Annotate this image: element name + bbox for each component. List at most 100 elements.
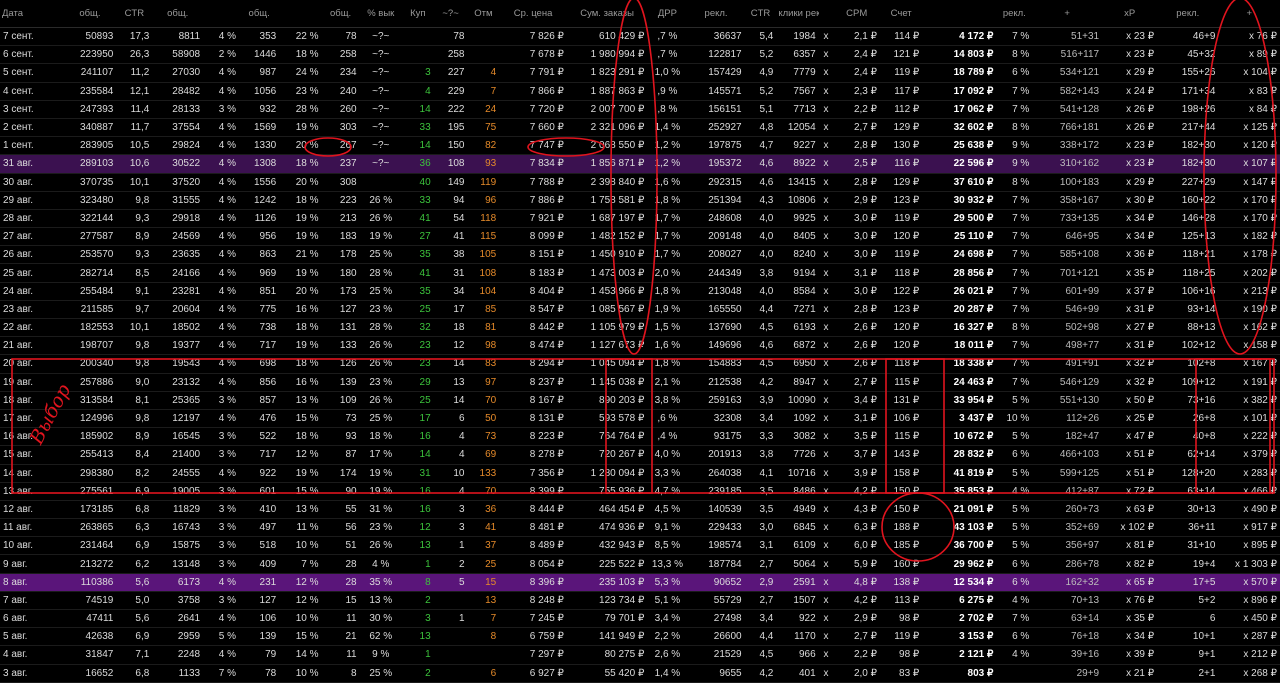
table-cell: 720 267 ₽ bbox=[566, 445, 648, 465]
table-row[interactable]: 10 авг. 231464 6,9 15875 3 % 518 10 % 51 26 % 13 1… bbox=[0, 536, 1280, 556]
table-row[interactable]: 14 авг. 298380 8,2 24555 4 % 922 19 % 174 19 % 31… bbox=[0, 464, 1280, 483]
table-row[interactable]: 21 авг. 198707 9,8 19377 4 % 717 19 % 133 26 % 23… bbox=[0, 336, 1280, 356]
table-row[interactable]: 7 авг. 74519 5,0 3758 3 % 127 12 % 15 13 % 2 13 8 2… bbox=[0, 591, 1280, 611]
table-cell: 62+14 bbox=[1157, 445, 1219, 465]
column-header[interactable]: Счет bbox=[879, 0, 923, 28]
table-cell: 16 авг. bbox=[0, 427, 64, 447]
table-cell: 90652 bbox=[687, 573, 745, 592]
table-row[interactable]: 19 авг. 257886 9,0 23132 4 % 856 16 % 139 23 % 29… bbox=[0, 373, 1280, 392]
table-row[interactable]: 11 авг. 263865 6,3 16743 3 % 497 11 % 56 23 % 12 3… bbox=[0, 518, 1280, 538]
column-header[interactable]: общ. bbox=[152, 0, 204, 28]
column-header[interactable]: ДРР bbox=[647, 0, 688, 28]
column-header[interactable]: CPM bbox=[833, 0, 880, 28]
column-header[interactable]: % вык bbox=[359, 0, 402, 28]
table-row[interactable]: 24 авг. 255484 9,1 23281 4 % 851 20 % 173 25 % 35… bbox=[0, 282, 1280, 301]
table-cell: 2 bbox=[433, 554, 468, 574]
column-header[interactable]: общ. bbox=[239, 0, 280, 28]
column-header[interactable]: рекл. bbox=[996, 0, 1033, 28]
table-cell: 247393 bbox=[63, 100, 117, 119]
table-row[interactable]: 6 сент. 223950 26,3 58908 2 % 1446 18 % 258 ~?~ 2… bbox=[0, 45, 1280, 65]
table-cell: 14 bbox=[401, 445, 434, 465]
table-row[interactable]: 3 авг. 16652 6,8 1133 7 % 78 10 % 8 25 % 2 6 6 927 … bbox=[0, 664, 1280, 683]
table-cell: 7 % bbox=[996, 191, 1033, 210]
table-row[interactable]: 27 авг. 277587 8,9 24569 4 % 956 19 % 183 19 % 27… bbox=[0, 227, 1280, 247]
column-header[interactable]: общ. bbox=[63, 0, 117, 28]
table-row[interactable]: 29 авг. 323480 9,8 31555 4 % 1242 18 % 223 26 % 3… bbox=[0, 191, 1280, 210]
table-cell: 104 bbox=[467, 282, 500, 301]
column-header[interactable] bbox=[818, 0, 834, 28]
table-cell: 9 авг. bbox=[0, 554, 64, 574]
column-header[interactable]: CTR bbox=[116, 0, 153, 28]
table-row[interactable]: 9 авг. 213272 6,2 13148 3 % 409 7 % 28 4 % 1 2 25 8 … bbox=[0, 554, 1280, 574]
table-row[interactable]: 25 авг. 282714 8,5 24166 4 % 969 19 % 180 28 % 41… bbox=[0, 263, 1280, 283]
table-cell: 7 % bbox=[996, 354, 1033, 374]
table-row[interactable]: 3 сент. 247393 11,4 28133 3 % 932 28 % 260 ~?~ 14… bbox=[0, 100, 1280, 119]
table-row[interactable]: 2 сент. 340887 11,7 37554 4 % 1569 19 % 303 ~?~ 3… bbox=[0, 118, 1280, 138]
table-cell: 26,3 bbox=[116, 45, 153, 65]
column-header[interactable]: рекл. bbox=[687, 0, 745, 28]
table-cell: 13 % bbox=[359, 591, 402, 611]
table-row[interactable]: 17 авг. 124996 9,8 12197 4 % 476 15 % 73 25 % 17 6… bbox=[0, 409, 1280, 429]
column-header[interactable] bbox=[279, 0, 322, 28]
table-cell: 23 bbox=[401, 354, 434, 374]
table-cell: 13 bbox=[433, 373, 468, 392]
table-cell: x 917 ₽ bbox=[1218, 518, 1280, 538]
table-cell: 2,0 ₽ bbox=[833, 664, 880, 683]
table-row[interactable]: 31 авг. 289103 10,6 30522 4 % 1308 18 % 237 ~?~ 3… bbox=[0, 154, 1280, 174]
table-row[interactable]: 5 сент. 241107 11,2 27030 4 % 987 24 % 234 ~?~ 3 2… bbox=[0, 63, 1280, 83]
table-row[interactable]: 15 авг. 255413 8,4 21400 3 % 717 12 % 87 17 % 14 4… bbox=[0, 445, 1280, 465]
table-row[interactable]: 18 авг. 313584 8,1 25365 3 % 857 13 % 109 26 % 25… bbox=[0, 391, 1280, 410]
table-row[interactable]: 30 авг. 370735 10,1 37520 4 % 1556 20 % 308 40 14… bbox=[0, 173, 1280, 192]
table-row[interactable]: 5 авг. 42638 6,9 2959 5 % 139 15 % 21 62 % 13 8 6 7… bbox=[0, 627, 1280, 647]
table-row[interactable]: 7 сент. 50893 17,3 8811 4 % 353 22 % 78 ~?~ 78 7 8… bbox=[0, 27, 1280, 47]
table-cell: 733+135 bbox=[1032, 209, 1103, 229]
column-header[interactable] bbox=[203, 0, 240, 28]
table-cell: 10716 bbox=[776, 464, 819, 483]
table-cell: 145571 bbox=[687, 82, 745, 101]
table-row[interactable]: 20 авг. 200340 9,8 19543 4 % 698 18 % 126 26 % 23… bbox=[0, 354, 1280, 374]
table-cell: 1056 bbox=[239, 82, 280, 101]
column-header[interactable]: ~?~ bbox=[433, 0, 468, 28]
table-cell: 7 % bbox=[996, 82, 1033, 101]
column-header[interactable]: + bbox=[1032, 0, 1103, 28]
table-cell: 2,9 ₽ bbox=[833, 609, 880, 629]
table-cell: 8 444 ₽ bbox=[499, 500, 567, 520]
table-cell: 5,1 % bbox=[647, 591, 688, 611]
table-row[interactable]: 13 авг. 275561 6,9 19005 3 % 601 15 % 90 19 % 16 4… bbox=[0, 482, 1280, 501]
table-row[interactable]: 23 авг. 211585 9,7 20604 4 % 775 16 % 127 23 % 25… bbox=[0, 300, 1280, 320]
table-row[interactable]: 16 авг. 185902 8,9 16545 3 % 522 18 % 93 18 % 16 4… bbox=[0, 427, 1280, 447]
table-row[interactable]: 22 авг. 182553 10,1 18502 4 % 738 18 % 131 28 % 3… bbox=[0, 318, 1280, 338]
table-row[interactable]: 12 авг. 173185 6,8 11829 3 % 410 13 % 55 31 % 16 3… bbox=[0, 500, 1280, 520]
column-header[interactable]: общ. bbox=[321, 0, 360, 28]
table-row[interactable]: 1 сент. 283905 10,5 29824 4 % 1330 20 % 267 ~?~ 1… bbox=[0, 136, 1280, 156]
table-cell: 9,7 bbox=[116, 300, 153, 320]
table-row[interactable]: 4 сент. 235584 12,1 28482 4 % 1056 23 % 240 ~?~ 4… bbox=[0, 82, 1280, 101]
table-cell: 601+99 bbox=[1032, 282, 1103, 301]
column-header[interactable] bbox=[922, 0, 997, 28]
table-cell: 1170 bbox=[776, 627, 819, 647]
column-header[interactable]: Отм bbox=[467, 0, 500, 28]
column-header[interactable]: клики рекл. bbox=[776, 0, 819, 28]
table-cell: ~?~ bbox=[359, 82, 402, 101]
column-header[interactable]: CTR bbox=[744, 0, 777, 28]
column-header[interactable]: Дата bbox=[0, 0, 64, 28]
table-row[interactable]: 28 авг. 322144 9,3 29918 4 % 1126 19 % 213 26 % 4… bbox=[0, 209, 1280, 229]
table-cell: 19 % bbox=[279, 263, 322, 283]
column-header[interactable]: рекл. bbox=[1157, 0, 1219, 28]
table-row[interactable]: 6 авг. 47411 5,6 2641 4 % 106 10 % 11 30 % 3 1 7 7 2… bbox=[0, 609, 1280, 629]
column-header[interactable]: + bbox=[1218, 0, 1280, 28]
table-cell: 8 % bbox=[996, 173, 1033, 192]
table-cell: x 23 ₽ bbox=[1102, 136, 1158, 156]
column-header[interactable]: Сум. заказы bbox=[566, 0, 648, 28]
table-cell: 23 bbox=[401, 336, 434, 356]
table-cell: 18 bbox=[433, 318, 468, 338]
column-header[interactable]: xP bbox=[1102, 0, 1158, 28]
table-row[interactable]: 4 авг. 31847 7,1 2248 4 % 79 14 % 11 9 % 1 7 297 ₽… bbox=[0, 645, 1280, 665]
table-row[interactable]: 8 авг. 110386 5,6 6173 4 % 231 12 % 28 35 % 8 5 15 8… bbox=[0, 573, 1280, 592]
table-cell bbox=[433, 627, 468, 647]
table-row[interactable]: 26 авг. 253570 9,3 23635 4 % 863 21 % 178 25 % 35… bbox=[0, 245, 1280, 265]
table-cell: 8 151 ₽ bbox=[499, 245, 567, 265]
column-header[interactable]: Куп bbox=[401, 0, 434, 28]
column-header[interactable]: Ср. цена bbox=[499, 0, 567, 28]
table-cell: 23 % bbox=[359, 373, 402, 392]
